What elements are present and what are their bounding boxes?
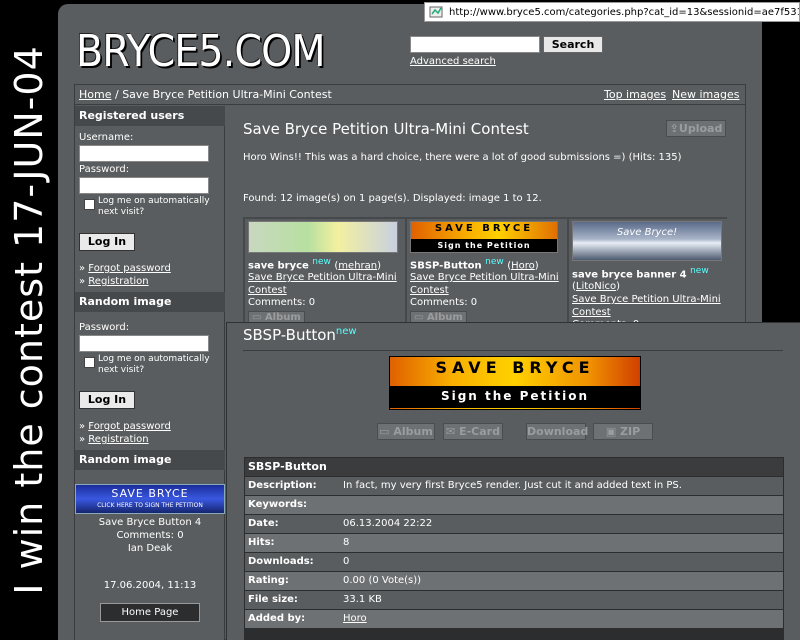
upload-icon: ⇪ [669, 122, 679, 135]
found-count: Found: 12 image(s) on 1 page(s). Display… [243, 193, 542, 204]
password-field[interactable] [79, 177, 209, 194]
search-input[interactable] [410, 36, 540, 53]
top-images-link[interactable]: Top images [604, 88, 666, 101]
registration-link-2[interactable]: Registration [88, 434, 148, 445]
info-row-downloads: Downloads: 0 [245, 553, 783, 571]
url-text: http://www.bryce5.com/categories.php?cat… [449, 7, 800, 18]
breadcrumb-home[interactable]: Home [79, 88, 111, 101]
thumbnail-category-link[interactable]: Save Bryce Petition Ultra-Mini Contest [410, 271, 560, 297]
forgot-password-link[interactable]: Forgot password [88, 263, 171, 274]
thumbnail-category-link[interactable]: Save Bryce Petition Ultra-Mini Contest [572, 293, 722, 319]
random-image-comments: Comments: 0 [116, 530, 184, 541]
random-image-banner-sub: CLICK HERE TO SIGN THE PETITION [97, 502, 203, 509]
random-image-heading-2: Random image [75, 450, 225, 470]
info-row-description: Description: In fact, my very first Bryce… [245, 477, 783, 495]
category-title: Save Bryce Petition Ultra-Mini Contest [243, 120, 529, 138]
page-icon [429, 6, 443, 18]
upload-button[interactable]: ⇪Upload [666, 120, 726, 137]
thumbnail-title[interactable]: SBSP-Button new (Horo) [410, 257, 539, 271]
home-page-button[interactable]: Home Page [100, 603, 200, 622]
advanced-search-link[interactable]: Advanced search [410, 56, 496, 67]
username-field[interactable] [79, 145, 209, 162]
new-images-link[interactable]: New images [672, 88, 739, 101]
info-row-filesize: File size: 33.1 KB [245, 591, 783, 609]
info-table-title: SBSP-Button [245, 458, 783, 476]
random-image-name: Save Bryce Button 4 [98, 517, 202, 528]
remember-label: Log me on automatically next visit? [98, 196, 210, 217]
current-datetime: 17.06.2004, 11:13 [103, 580, 197, 591]
login-button[interactable]: Log In [79, 233, 135, 251]
detail-image-subtitle: Sign the Petition [440, 389, 590, 403]
random-image-banner-title: SAVE BRYCE [111, 487, 189, 500]
thumbnail-category-link[interactable]: Save Bryce Petition Ultra-Mini Contest [248, 271, 398, 297]
remember-checkbox[interactable] [84, 199, 95, 210]
registration-row-2: » Registration [79, 434, 149, 445]
ecard-icon: ✉ [446, 425, 460, 438]
breadcrumb-current: Save Bryce Petition Ultra-Mini Contest [122, 88, 332, 101]
zip-button[interactable]: ▣ ZIP [593, 423, 653, 440]
random-image-heading: Random image [75, 292, 225, 312]
forgot-password-row-2: » Forgot password [79, 421, 171, 432]
download-button[interactable]: Download [526, 423, 588, 440]
thumbnail-title[interactable]: save bryce banner 4 new [572, 266, 709, 280]
breadcrumb-separator: / [111, 88, 123, 101]
thumbnail-author: (LitoNico) [572, 281, 621, 292]
thumbnail-image[interactable]: Save Bryce! [572, 221, 722, 261]
info-row-hits: Hits: 8 [245, 534, 783, 552]
login-button-2[interactable]: Log In [79, 391, 135, 409]
detail-image-title: SAVE BRYCE [435, 358, 595, 377]
album-button[interactable]: ▭ Album [377, 423, 435, 440]
remember-label-2: Log me on automatically next visit? [98, 354, 210, 375]
forgot-password-row: » Forgot password [79, 263, 171, 274]
username-label: Username: [79, 132, 134, 143]
info-row-keywords: Keywords: [245, 496, 783, 514]
forgot-password-link-2[interactable]: Forgot password [88, 421, 171, 432]
thumbnail-comments: Comments: 0 [248, 297, 316, 308]
thumbnail-image[interactable] [248, 221, 398, 253]
info-row-date: Date: 06.13.2004 22:22 [245, 515, 783, 533]
thumbnail-title[interactable]: save bryce new (mehran) [248, 257, 381, 271]
registration-row: » Registration [79, 276, 149, 287]
random-image-author: Ian Deak [127, 543, 173, 554]
album-icon: ▭ [379, 425, 394, 438]
thumbnail-comments: Comments: 0 [410, 297, 478, 308]
registered-users-heading: Registered users [75, 106, 225, 126]
address-bar[interactable]: http://www.bryce5.com/categories.php?cat… [424, 2, 800, 22]
registration-link[interactable]: Registration [88, 276, 148, 287]
info-row-added-by: Added by: Horo [245, 610, 783, 628]
divider [243, 350, 783, 351]
category-description: Horo Wins!! This was a hard choice, ther… [243, 152, 682, 163]
breadcrumb: Home / Save Bryce Petition Ultra-Mini Co… [79, 88, 332, 101]
added-by-link[interactable]: Horo [343, 610, 367, 628]
detail-title: SBSP-Buttonnew [243, 326, 357, 344]
search-button[interactable]: Search [543, 36, 603, 53]
zip-icon: ▣ [605, 425, 621, 438]
password-field-2[interactable] [79, 335, 209, 352]
side-strip: I win the contest 17-JUN-04 [0, 0, 58, 640]
thumbnail-image[interactable]: SAVE BRYCE Sign the Petition [410, 221, 558, 253]
info-row-rating: Rating: 0.00 (0 Vote(s)) [245, 572, 783, 590]
site-logo[interactable]: BRYCE5.COM [76, 26, 326, 77]
password-label: Password: [79, 164, 130, 175]
ecard-button[interactable]: ✉ E-Card [443, 423, 503, 440]
remember-checkbox-2[interactable] [84, 357, 95, 368]
password-label-2: Password: [79, 322, 130, 333]
side-caption: I win the contest 17-JUN-04 [7, 45, 51, 595]
